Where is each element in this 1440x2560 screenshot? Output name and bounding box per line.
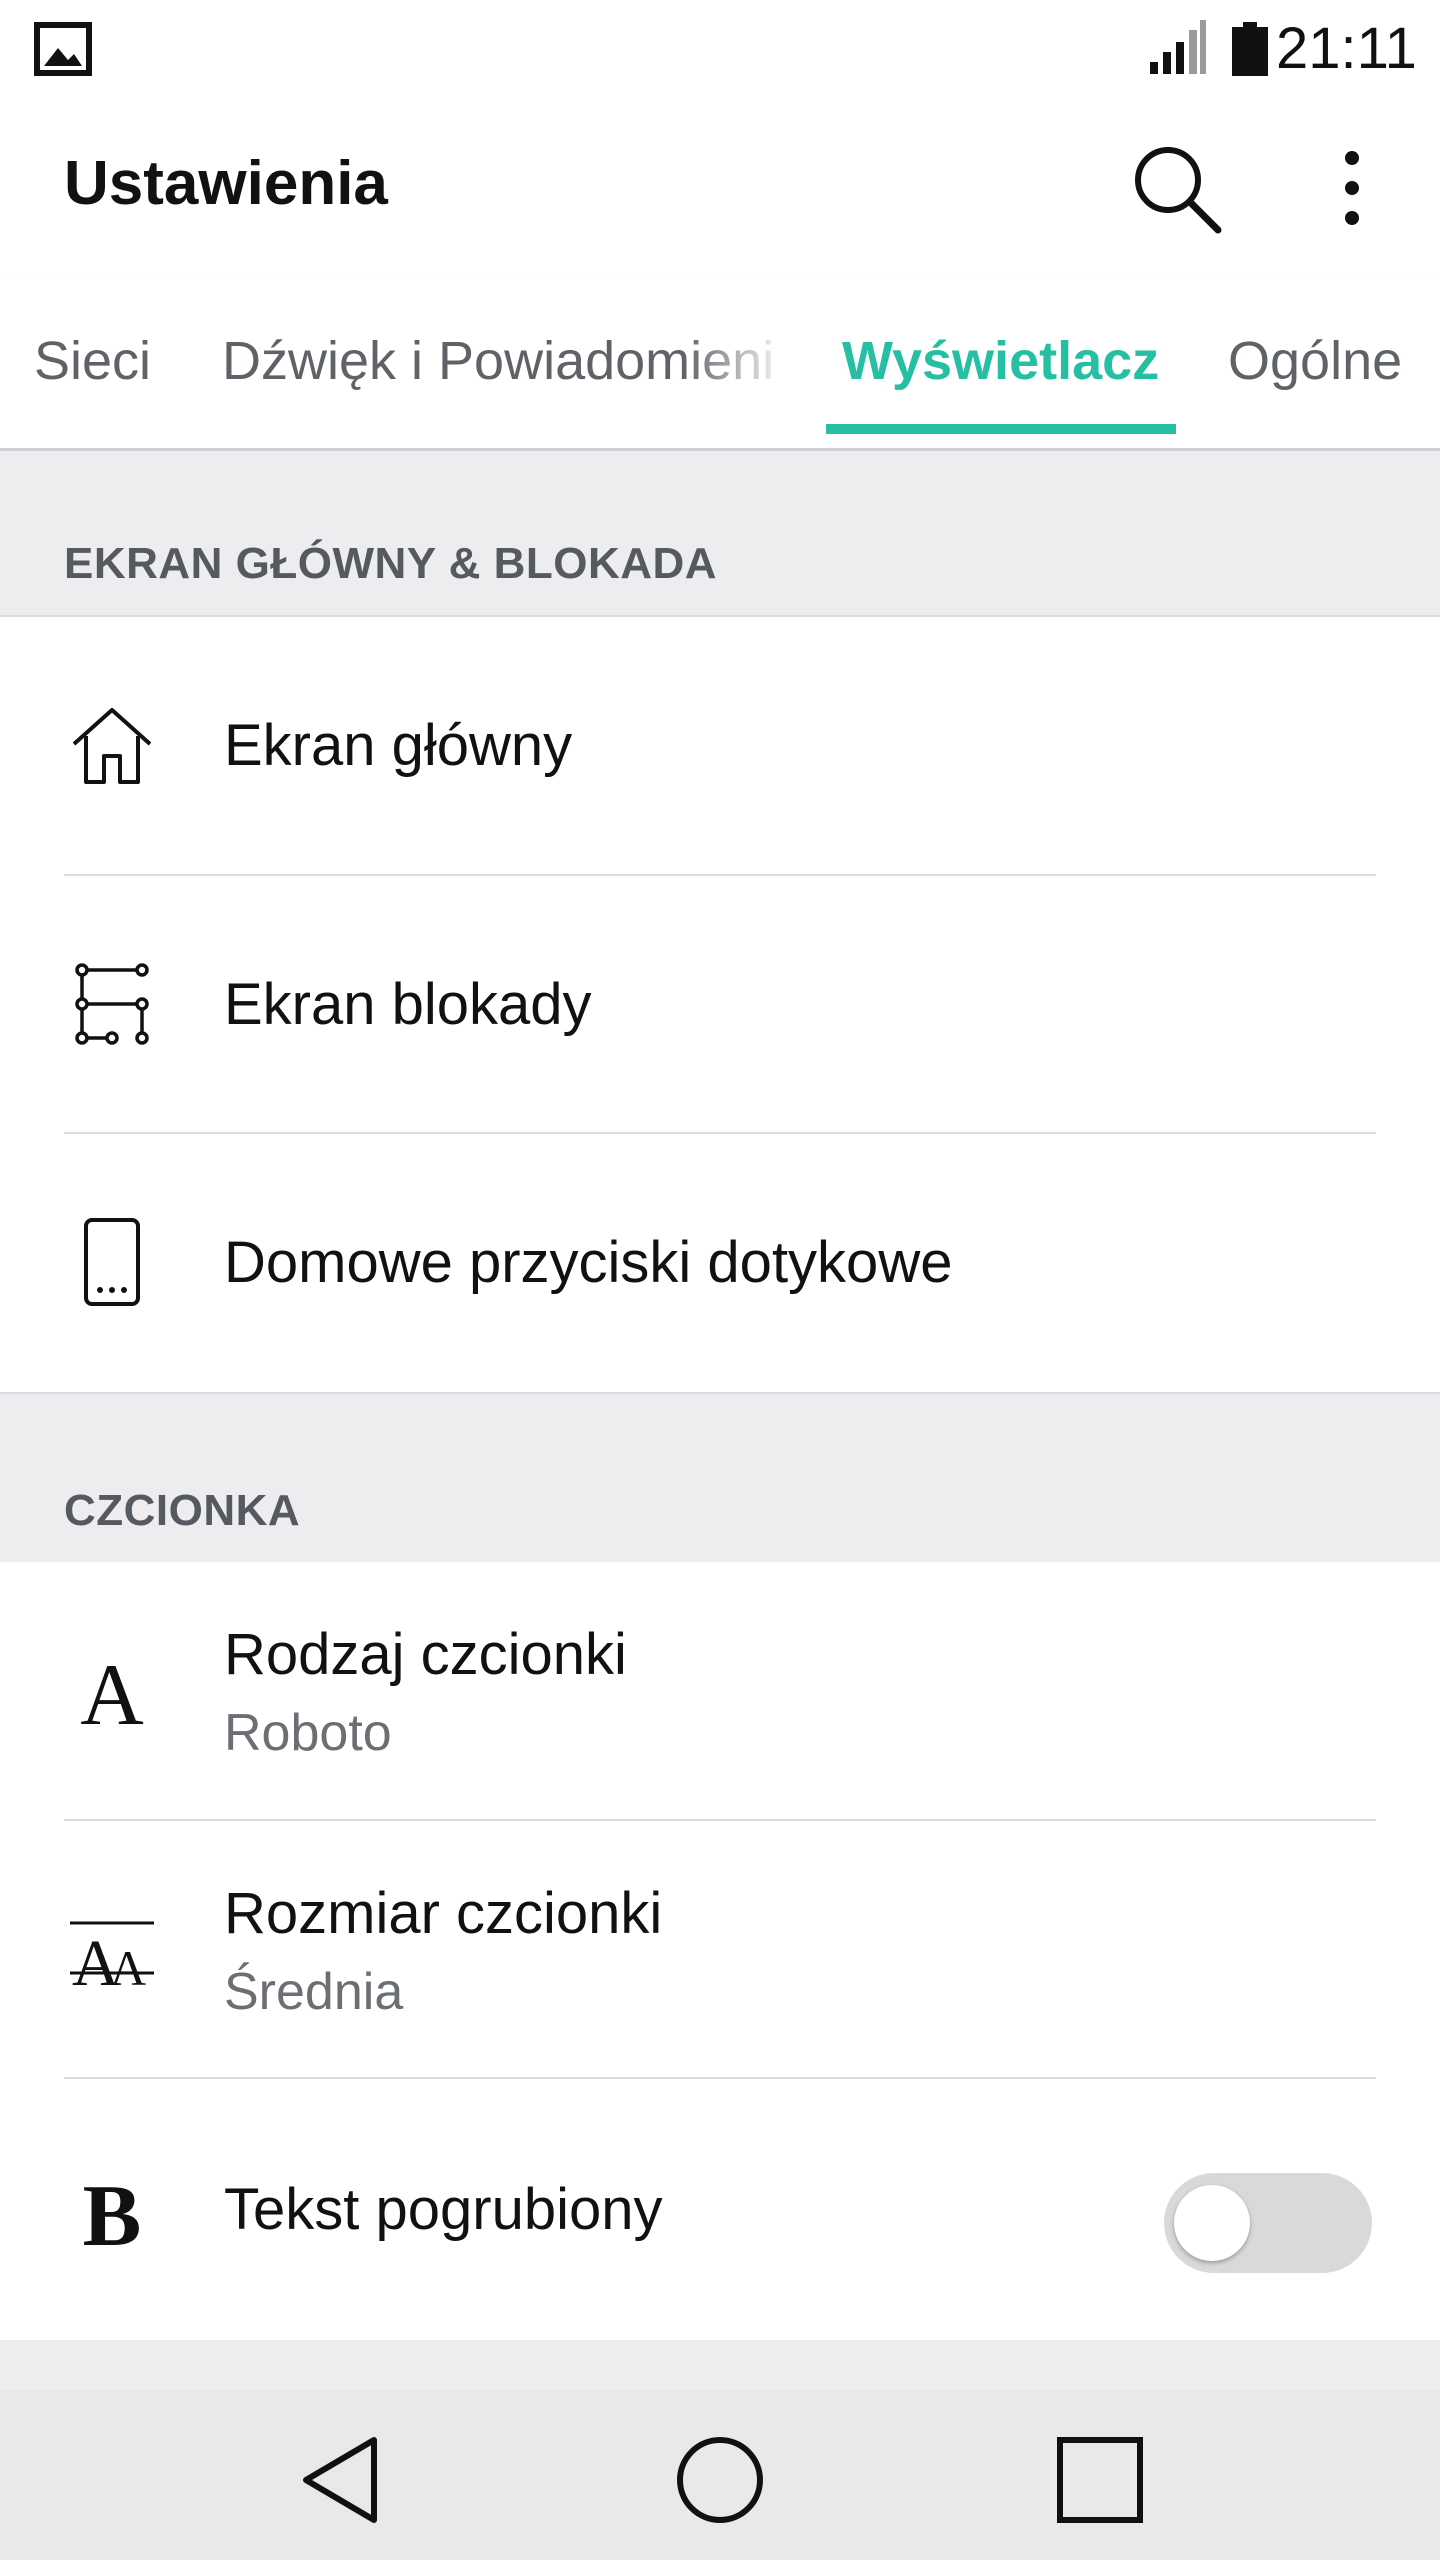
more-vert-icon[interactable]: [1320, 140, 1384, 236]
item-title: Rozmiar czcionki: [224, 1881, 663, 1946]
search-icon[interactable]: [1128, 140, 1224, 236]
status-bar: 21:11: [0, 0, 1440, 100]
item-title: Tekst pogrubiony: [224, 2177, 663, 2242]
back-icon[interactable]: [292, 2430, 392, 2530]
bold-text-toggle[interactable]: [1164, 2173, 1372, 2273]
signal-icon: [1150, 20, 1206, 74]
home-icon: [72, 708, 152, 784]
item-title: Ekran blokady: [224, 972, 592, 1037]
settings-item-font-type[interactable]: A Rodzaj czcionki Roboto: [0, 1562, 1440, 1820]
item-title: Domowe przyciski dotykowe: [224, 1230, 953, 1295]
bold-text-icon: B: [83, 2168, 142, 2257]
item-subtitle: Roboto: [224, 1704, 392, 1762]
settings-item-lock-screen[interactable]: Ekran blokady: [0, 876, 1440, 1134]
tab-bar: Sieci Dźwięk i Powiadomienia Wyświetlacz…: [0, 274, 1440, 451]
tab-sieci[interactable]: Sieci: [34, 326, 151, 396]
page-title: Ustawienia: [64, 149, 388, 218]
svg-text:A: A: [110, 1940, 146, 1996]
phone-touch-buttons-icon: [84, 1218, 140, 1306]
recents-icon[interactable]: [1050, 2430, 1150, 2530]
settings-item-bold-text[interactable]: B Tekst pogrubiony: [0, 2079, 1440, 2340]
toggle-thumb: [1174, 2185, 1250, 2261]
home-circle-icon[interactable]: [670, 2430, 770, 2530]
status-time: 21:11: [1276, 16, 1417, 81]
tab-ogolne[interactable]: Ogólne: [1228, 326, 1402, 396]
tab-wyswietlacz[interactable]: Wyświetlacz: [842, 326, 1159, 396]
settings-item-home-screen[interactable]: Ekran główny: [0, 617, 1440, 875]
item-title: Ekran główny: [224, 713, 573, 778]
tab-selected-indicator: [826, 424, 1176, 434]
svg-text:A: A: [80, 1647, 144, 1738]
section-header-label: CZCIONKA: [64, 1486, 301, 1535]
item-subtitle: Średnia: [224, 1963, 404, 2021]
item-title: Rodzaj czcionki: [224, 1622, 627, 1687]
lock-pattern-icon: [75, 963, 149, 1045]
image-icon: [34, 22, 92, 76]
section-header-label: EKRAN GŁÓWNY & BLOKADA: [64, 539, 718, 588]
font-type-icon: A: [80, 1647, 144, 1738]
settings-item-home-touch-buttons[interactable]: Domowe przyciski dotykowe: [0, 1134, 1440, 1392]
battery-icon: [1232, 22, 1268, 76]
app-bar: Ustawienia: [0, 100, 1440, 274]
tab-dzwiek-i-powiadomienia[interactable]: Dźwięk i Powiadomienia: [222, 326, 772, 396]
section-header-czcionka: CZCIONKA: [0, 1392, 1440, 1564]
font-size-icon: A A: [70, 1921, 154, 1997]
svg-text:B: B: [83, 2168, 142, 2257]
navigation-bar: [0, 2390, 1440, 2560]
settings-item-font-size[interactable]: A A Rozmiar czcionki Średnia: [0, 1821, 1440, 2079]
section-header-ekran: EKRAN GŁÓWNY & BLOKADA: [0, 451, 1440, 617]
list-bottom-spacer: [0, 2340, 1440, 2390]
